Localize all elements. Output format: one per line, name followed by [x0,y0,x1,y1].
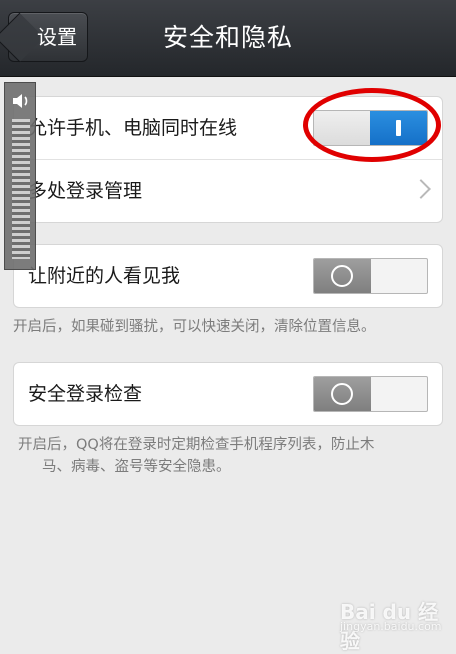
volume-overlay[interactable] [4,82,36,270]
volume-level-indicator [12,119,30,259]
speaker-icon [13,94,28,108]
visible-to-nearby-toggle[interactable] [313,258,428,294]
secure-login-check-toggle[interactable] [313,376,428,412]
nearby-hint-text: 开启后，如果碰到骚扰，可以快速关闭，清除位置信息。 [13,319,376,335]
visible-to-nearby-label: 让附近的人看见我 [28,265,181,287]
login-check-hint-line-2: 马、病毒、盗号等安全隐患。 [42,459,231,475]
chevron-right-icon [411,179,431,199]
toggle-off-knob [314,377,371,411]
multi-login-management-row[interactable]: 多处登录管理 [14,159,442,222]
secure-login-check-label: 安全登录检查 [28,383,143,405]
multi-login-management-label: 多处登录管理 [28,180,143,202]
allow-multi-device-toggle[interactable] [313,110,428,146]
login-check-hint-line-1: 开启后，QQ将在登录时定期检查手机程序列表，防止木 [18,437,375,453]
allow-multi-device-row[interactable]: 允许手机、电脑同时在线 [14,97,442,159]
title-bar: 设置 安全和隐私 [0,0,456,77]
back-button-label: 设置 [37,25,77,49]
visible-to-nearby-row[interactable]: 让附近的人看见我 [14,245,442,307]
toggle-on-knob [370,111,427,145]
allow-multi-device-label: 允许手机、电脑同时在线 [28,117,238,139]
nearby-settings-group: 让附近的人看见我 [13,244,443,308]
baidu-watermark-url: jingyan.baidu.com [340,620,442,633]
toggle-off-knob [314,259,371,293]
login-check-group: 安全登录检查 [13,362,443,426]
online-settings-group: 允许手机、电脑同时在线 多处登录管理 [13,96,443,223]
secure-login-check-row[interactable]: 安全登录检查 [14,363,442,425]
